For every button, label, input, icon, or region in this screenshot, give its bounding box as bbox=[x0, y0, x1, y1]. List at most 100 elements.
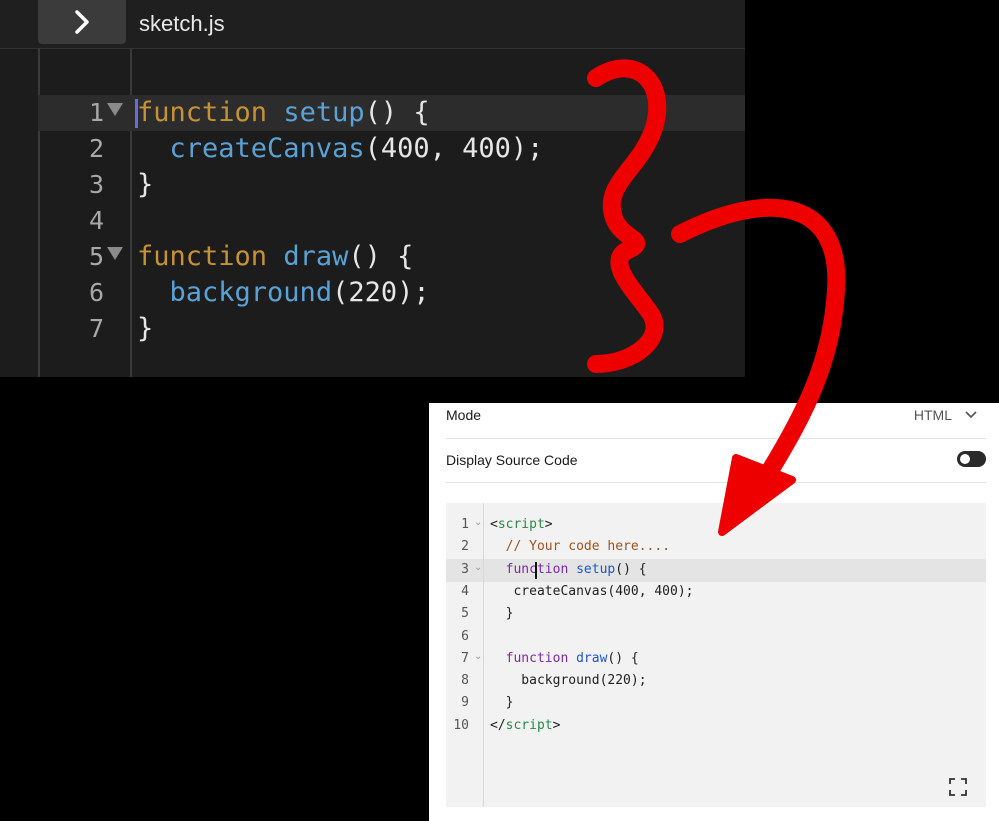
line-number: 3 bbox=[88, 170, 104, 199]
editor-tab-bar: sketch.js bbox=[0, 0, 745, 49]
code-token: createCanvas(400, 400); bbox=[490, 583, 694, 599]
line-number: 7 bbox=[88, 314, 104, 343]
code-text: function draw() { bbox=[137, 239, 413, 275]
line-number: 2 bbox=[88, 134, 104, 163]
code-text: } bbox=[137, 167, 153, 203]
code-token: background(220); bbox=[490, 673, 647, 689]
code-line[interactable]: 5 function draw() { bbox=[0, 239, 745, 275]
line-number: 10 bbox=[453, 717, 469, 733]
line-number: 4 bbox=[88, 206, 104, 235]
code-function-name: draw bbox=[283, 241, 349, 272]
code-function-name: createCanvas bbox=[169, 133, 365, 164]
text-cursor bbox=[135, 99, 138, 128]
line-number: 9 bbox=[461, 695, 469, 711]
line-number: 6 bbox=[461, 628, 469, 644]
code-keyword: function bbox=[505, 650, 569, 666]
code-line[interactable]: 2 // Your code here.... bbox=[446, 536, 986, 558]
code-line[interactable]: 9 } bbox=[446, 692, 986, 714]
code-text: function setup() { bbox=[490, 559, 647, 581]
line-number: 8 bbox=[461, 673, 469, 689]
code-text: background(220); bbox=[137, 275, 430, 311]
code-line[interactable]: 6 bbox=[446, 626, 986, 648]
expand-sidebar-button[interactable] bbox=[38, 0, 126, 44]
code-line[interactable]: 7 ⌄ function draw() { bbox=[446, 648, 986, 670]
line-number: 2 bbox=[461, 539, 469, 555]
code-editor[interactable]: 1⌄<script>2 // Your code here....3⌄ func… bbox=[446, 503, 986, 807]
code-text: } bbox=[490, 692, 514, 714]
code-token: () { bbox=[364, 97, 430, 128]
code-text: </script> bbox=[490, 715, 560, 737]
code-line[interactable]: 3 ⌄ function setup() { bbox=[446, 559, 986, 581]
code-line[interactable]: 2 createCanvas(400, 400); bbox=[0, 131, 745, 167]
code-line[interactable]: 1 ⌄ <script> bbox=[446, 514, 986, 536]
p5-editor: sketch.js 1 function setup() {2 createCan… bbox=[0, 0, 745, 377]
code-token: > bbox=[552, 717, 561, 733]
code-text: function draw() { bbox=[490, 648, 639, 670]
line-number: 1 bbox=[461, 517, 469, 532]
code-keyword: function bbox=[137, 97, 268, 128]
toggle-knob bbox=[960, 454, 970, 464]
code-line[interactable]: 3} bbox=[0, 167, 745, 203]
code-line[interactable]: 1 function setup() { bbox=[0, 95, 745, 131]
mode-label: Mode bbox=[446, 407, 482, 423]
fold-arrow-icon[interactable] bbox=[107, 103, 123, 116]
code-function-name: setup bbox=[576, 561, 616, 577]
code-text: background(220); bbox=[490, 670, 647, 692]
code-token: } bbox=[490, 606, 514, 622]
code-block-settings-panel: Mode HTML Display Source Code 1 ⌄ <script>… bbox=[429, 403, 999, 821]
code-line[interactable]: 6 background(220); bbox=[0, 275, 745, 311]
fullscreen-icon[interactable] bbox=[948, 777, 968, 797]
code-token: < bbox=[490, 517, 498, 532]
code-line[interactable]: 10 </script> bbox=[446, 715, 986, 737]
text-cursor bbox=[535, 562, 537, 579]
code-token: () { bbox=[615, 561, 647, 577]
code-tag-name: script bbox=[505, 717, 553, 733]
code-line[interactable]: 5 } bbox=[446, 603, 986, 625]
code-token: (220); bbox=[332, 277, 430, 308]
code-function-name: background bbox=[169, 277, 333, 308]
line-number: 6 bbox=[88, 278, 104, 307]
code-token: () { bbox=[348, 241, 414, 272]
mode-select-value[interactable]: HTML bbox=[914, 407, 952, 423]
line-number: 3 bbox=[461, 561, 469, 577]
code-comment: // Your code here.... bbox=[505, 539, 671, 555]
code-text: createCanvas(400, 400); bbox=[137, 131, 544, 167]
line-number: 7 bbox=[461, 650, 469, 666]
mode-row[interactable]: Mode HTML bbox=[446, 403, 986, 439]
code-text: } bbox=[137, 311, 153, 347]
line-number: 1 bbox=[88, 98, 104, 127]
display-source-toggle[interactable] bbox=[957, 451, 986, 467]
code-token: } bbox=[137, 313, 154, 344]
code-line[interactable]: 4 bbox=[0, 203, 745, 239]
code-token: > bbox=[544, 517, 553, 532]
code-text: function setup() { bbox=[137, 95, 430, 131]
code-token: () { bbox=[607, 650, 639, 666]
code-token: (400, 400); bbox=[364, 133, 544, 164]
code-line[interactable]: 4 createCanvas(400, 400); bbox=[446, 581, 986, 603]
code-line[interactable]: 8 background(220); bbox=[446, 670, 986, 692]
line-number: 5 bbox=[88, 242, 104, 271]
code-token: } bbox=[490, 695, 514, 711]
chevron-down-icon[interactable] bbox=[964, 407, 978, 421]
fold-chevron-icon[interactable]: ⌄ bbox=[474, 562, 482, 573]
file-name[interactable]: sketch.js bbox=[139, 11, 225, 37]
fold-arrow-icon[interactable] bbox=[107, 247, 123, 260]
code-text: // Your code here.... bbox=[490, 536, 670, 558]
display-source-row: Display Source Code bbox=[446, 438, 986, 483]
line-number: 4 bbox=[461, 583, 469, 599]
code-text: <script> bbox=[490, 514, 553, 536]
display-source-label: Display Source Code bbox=[446, 452, 578, 468]
code-line[interactable]: 7} bbox=[0, 311, 745, 347]
code-token: </ bbox=[490, 717, 506, 733]
fold-chevron-icon[interactable]: ⌄ bbox=[474, 651, 482, 662]
fold-chevron-icon[interactable]: ⌄ bbox=[474, 517, 482, 528]
